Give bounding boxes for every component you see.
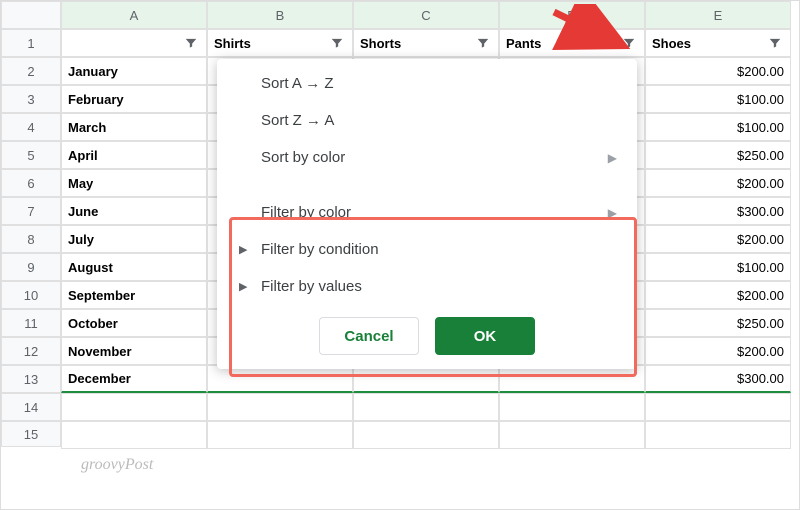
cell-A15[interactable] bbox=[61, 421, 207, 449]
cell-A14[interactable] bbox=[61, 393, 207, 421]
cell-A10[interactable]: September bbox=[61, 281, 207, 309]
menu-filter-values[interactable]: ▶ Filter by values bbox=[217, 268, 637, 305]
row-header-2[interactable]: 2 bbox=[1, 57, 61, 85]
col-header-D[interactable]: D bbox=[499, 1, 645, 29]
cell-E9[interactable]: $100.00 bbox=[645, 253, 791, 281]
chevron-right-icon: ▶ bbox=[608, 151, 617, 165]
row-header-1[interactable]: 1 bbox=[1, 29, 61, 57]
cell-A3[interactable]: February bbox=[61, 85, 207, 113]
row-header-3[interactable]: 3 bbox=[1, 85, 61, 113]
chevron-right-icon: ▶ bbox=[239, 243, 247, 256]
cell-C13[interactable] bbox=[353, 365, 499, 393]
cell-A13[interactable]: December bbox=[61, 365, 207, 393]
cell-D1[interactable]: Pants bbox=[499, 29, 645, 57]
cell-A11[interactable]: October bbox=[61, 309, 207, 337]
cell-B1[interactable]: Shirts bbox=[207, 29, 353, 57]
col-header-C[interactable]: C bbox=[353, 1, 499, 29]
cell-C1[interactable]: Shorts bbox=[353, 29, 499, 57]
row-header-15[interactable]: 15 bbox=[1, 421, 61, 447]
row-header-13[interactable]: 13 bbox=[1, 365, 61, 393]
col-header-E[interactable]: E bbox=[645, 1, 791, 29]
cell-E6[interactable]: $200.00 bbox=[645, 169, 791, 197]
menu-label: Filter by values bbox=[261, 278, 362, 295]
menu-label: Sort A → Z bbox=[261, 75, 334, 92]
row-header-6[interactable]: 6 bbox=[1, 169, 61, 197]
cell-A1[interactable] bbox=[61, 29, 207, 57]
menu-filter-condition[interactable]: ▶ Filter by condition bbox=[217, 231, 637, 268]
cell-A4[interactable]: March bbox=[61, 113, 207, 141]
cell-C14[interactable] bbox=[353, 393, 499, 421]
cell-E8[interactable]: $200.00 bbox=[645, 225, 791, 253]
watermark: groovyPost bbox=[81, 456, 153, 474]
cell-B13[interactable] bbox=[207, 365, 353, 393]
cell-E7[interactable]: $300.00 bbox=[645, 197, 791, 225]
cell-E14[interactable] bbox=[645, 393, 791, 421]
cell-A2[interactable]: January bbox=[61, 57, 207, 85]
filter-icon[interactable] bbox=[328, 34, 346, 52]
col-header-B[interactable]: B bbox=[207, 1, 353, 29]
cell-D15[interactable] bbox=[499, 421, 645, 449]
filter-icon[interactable] bbox=[474, 34, 492, 52]
chevron-right-icon: ▶ bbox=[608, 206, 617, 220]
filter-icon[interactable] bbox=[766, 34, 784, 52]
ok-button[interactable]: OK bbox=[435, 317, 535, 355]
cell-D14[interactable] bbox=[499, 393, 645, 421]
cell-E13[interactable]: $300.00 bbox=[645, 365, 791, 393]
cell-A5[interactable]: April bbox=[61, 141, 207, 169]
cell-E5[interactable]: $250.00 bbox=[645, 141, 791, 169]
cell-E12[interactable]: $200.00 bbox=[645, 337, 791, 365]
row-header-7[interactable]: 7 bbox=[1, 197, 61, 225]
cell-E3[interactable]: $100.00 bbox=[645, 85, 791, 113]
menu-sort-az[interactable]: Sort A → Z bbox=[217, 65, 637, 102]
header-label: Shirts bbox=[214, 36, 251, 51]
button-label: Cancel bbox=[344, 328, 393, 345]
menu-filter-color[interactable]: Filter by color ▶ bbox=[217, 194, 637, 231]
cell-C15[interactable] bbox=[353, 421, 499, 449]
row-header-9[interactable]: 9 bbox=[1, 253, 61, 281]
cell-A6[interactable]: May bbox=[61, 169, 207, 197]
corner-cell[interactable] bbox=[1, 1, 61, 29]
row-header-11[interactable]: 11 bbox=[1, 309, 61, 337]
filter-menu: Sort A → Z Sort Z → A Sort by color ▶ Fi… bbox=[217, 59, 637, 369]
row-header-5[interactable]: 5 bbox=[1, 141, 61, 169]
filter-icon[interactable] bbox=[182, 34, 200, 52]
cell-E4[interactable]: $100.00 bbox=[645, 113, 791, 141]
menu-label: Sort by color bbox=[261, 149, 345, 166]
row-header-12[interactable]: 12 bbox=[1, 337, 61, 365]
cancel-button[interactable]: Cancel bbox=[319, 317, 419, 355]
cell-B14[interactable] bbox=[207, 393, 353, 421]
header-label: Pants bbox=[506, 36, 541, 51]
cell-A12[interactable]: November bbox=[61, 337, 207, 365]
menu-sort-color[interactable]: Sort by color ▶ bbox=[217, 139, 637, 176]
cell-E10[interactable]: $200.00 bbox=[645, 281, 791, 309]
col-header-A[interactable]: A bbox=[61, 1, 207, 29]
header-label: Shorts bbox=[360, 36, 401, 51]
cell-A9[interactable]: August bbox=[61, 253, 207, 281]
cell-E11[interactable]: $250.00 bbox=[645, 309, 791, 337]
row-header-10[interactable]: 10 bbox=[1, 281, 61, 309]
cell-E2[interactable]: $200.00 bbox=[645, 57, 791, 85]
cell-A8[interactable]: July bbox=[61, 225, 207, 253]
button-label: OK bbox=[474, 328, 497, 345]
cell-A7[interactable]: June bbox=[61, 197, 207, 225]
menu-label: Filter by color bbox=[261, 204, 351, 221]
row-header-14[interactable]: 14 bbox=[1, 393, 61, 421]
cell-E15[interactable] bbox=[645, 421, 791, 449]
filter-icon[interactable] bbox=[620, 34, 638, 52]
cell-B15[interactable] bbox=[207, 421, 353, 449]
row-header-8[interactable]: 8 bbox=[1, 225, 61, 253]
cell-D13[interactable] bbox=[499, 365, 645, 393]
cell-E1[interactable]: Shoes bbox=[645, 29, 791, 57]
header-label: Shoes bbox=[652, 36, 691, 51]
row-header-4[interactable]: 4 bbox=[1, 113, 61, 141]
menu-label: Sort Z → A bbox=[261, 112, 334, 129]
menu-label: Filter by condition bbox=[261, 241, 379, 258]
menu-sort-za[interactable]: Sort Z → A bbox=[217, 102, 637, 139]
chevron-right-icon: ▶ bbox=[239, 280, 247, 293]
